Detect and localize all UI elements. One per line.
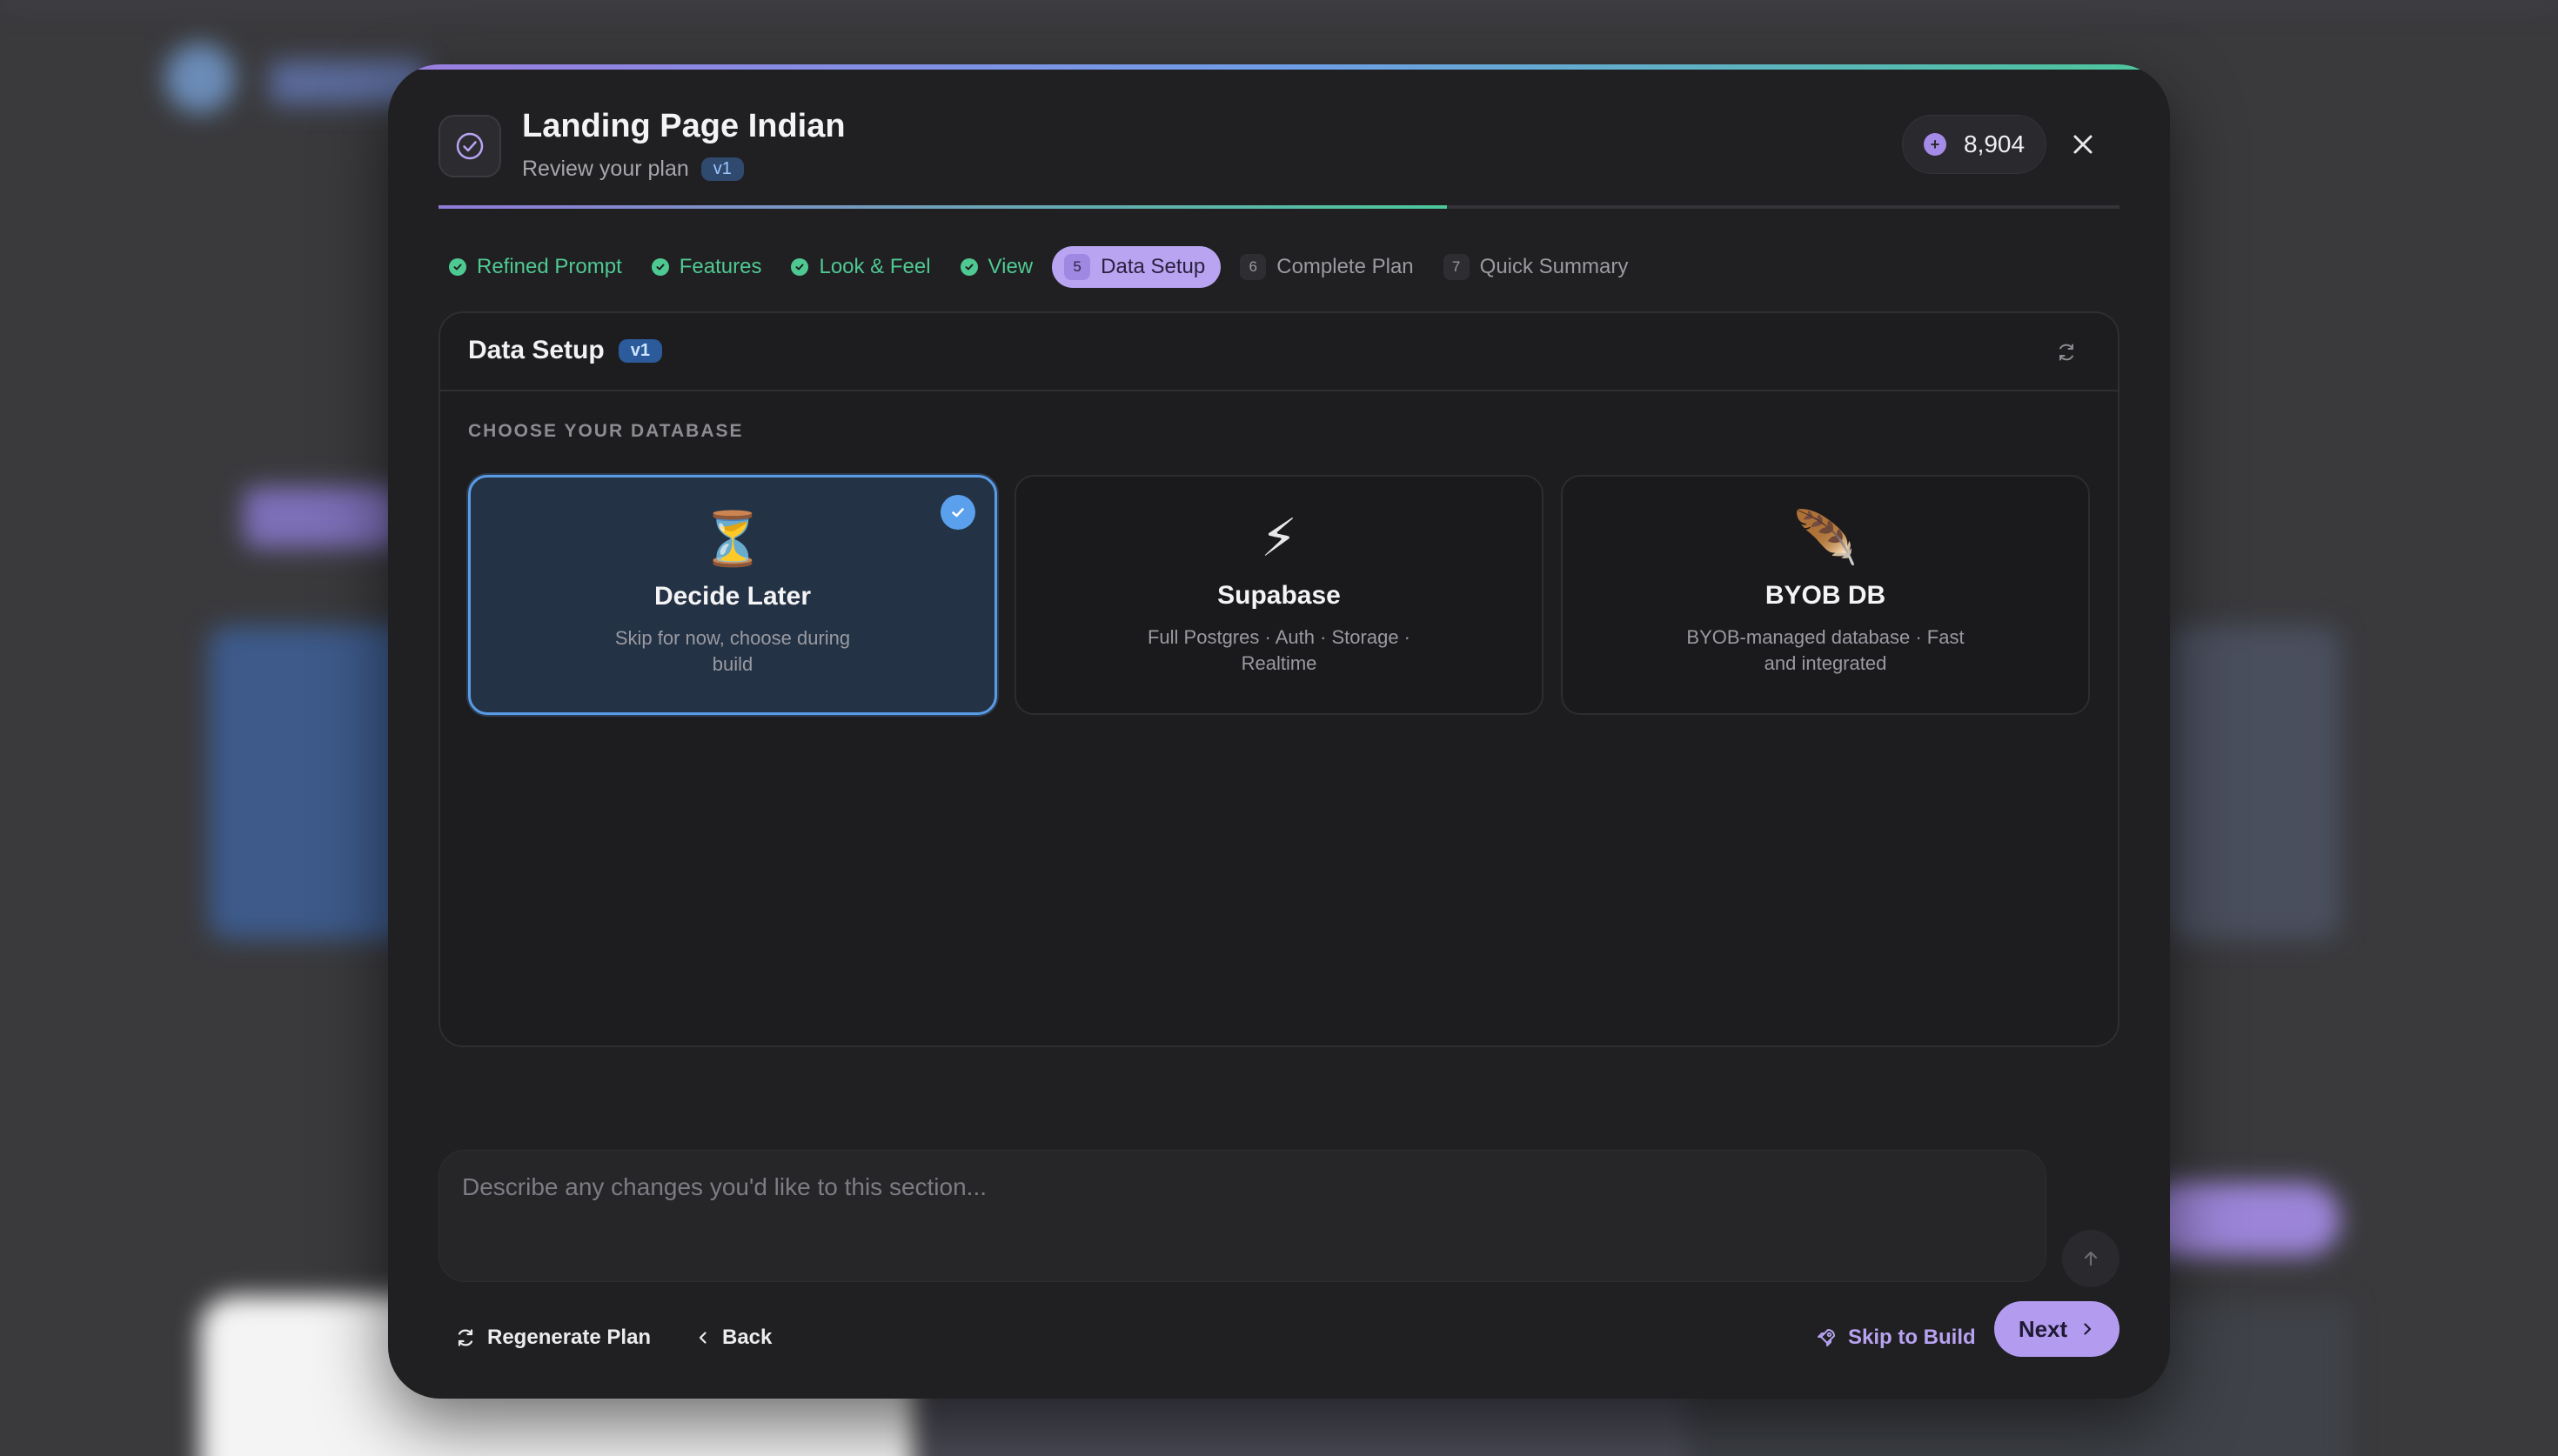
refresh-icon: [458, 1329, 473, 1346]
back-button[interactable]: Back: [694, 1312, 772, 1364]
skip-label: Skip to Build: [1848, 1326, 1976, 1349]
step-number: 5: [1064, 254, 1091, 280]
db-option-byob-db[interactable]: 🪶 BYOB DB BYOB-managed database · Fast a…: [1561, 475, 2090, 715]
credits-icon: +: [1924, 133, 1946, 156]
panel-header: Data Setup v1: [440, 313, 2118, 391]
lightning-icon: ⚡: [1260, 509, 1298, 567]
modal-subtitle: Review your plan v1: [522, 157, 744, 182]
bg-logo: [165, 43, 235, 113]
send-button[interactable]: [2062, 1230, 2119, 1287]
arrow-up-icon: [2084, 1251, 2098, 1266]
panel-version-badge: v1: [618, 338, 662, 363]
hourglass-icon: ⏳: [700, 510, 766, 568]
bg-button-right: [2140, 1183, 2340, 1256]
tab-refined-prompt[interactable]: Refined Prompt: [439, 246, 633, 288]
feather-icon: 🪶: [1792, 509, 1858, 567]
plan-review-modal: Landing Page Indian Review your plan v1 …: [388, 64, 2170, 1399]
bg-top-bar: [0, 0, 2558, 5]
regenerate-plan-button[interactable]: Regenerate Plan: [454, 1312, 651, 1364]
regenerate-label: Regenerate Plan: [487, 1326, 652, 1349]
check-circle-icon: [449, 258, 466, 276]
skip-to-build-button[interactable]: Skip to Build: [1815, 1312, 1976, 1364]
step-number: 6: [1240, 254, 1267, 280]
next-label: Next: [2018, 1315, 2068, 1342]
rocket-icon: [1818, 1329, 1835, 1346]
tab-complete-plan[interactable]: 6 Complete Plan: [1229, 246, 1423, 288]
check-circle-icon: [791, 258, 809, 276]
db-option-supabase[interactable]: ⚡ Supabase Full Postgres · Auth · Storag…: [1014, 475, 1544, 715]
tab-data-setup[interactable]: 5 Data Setup: [1052, 246, 1222, 288]
tab-quick-summary[interactable]: 7 Quick Summary: [1433, 246, 1639, 288]
check-circle-icon: [960, 258, 978, 276]
panel-title: Data Setup v1: [468, 336, 662, 365]
tab-label: Complete Plan: [1276, 255, 1414, 278]
back-label: Back: [722, 1326, 773, 1349]
bg-card-right: [2166, 626, 2340, 939]
progress-fill: [439, 205, 1448, 209]
close-icon: [2073, 135, 2093, 154]
bg-button: [244, 487, 400, 548]
db-option-decide-later[interactable]: ⏳ Decide Later Skip for now, choose duri…: [468, 475, 997, 715]
progress-bar: [439, 205, 2119, 209]
chevron-left-icon: [699, 1332, 706, 1344]
credits-value: 8,904: [1964, 130, 2026, 157]
data-setup-panel: Data Setup v1 CHOOSE YOUR DATABASE ⏳ Dec…: [439, 311, 2119, 1047]
selected-check-icon: [941, 495, 975, 530]
db-option-name: Supabase: [1217, 581, 1341, 610]
tab-label: View: [988, 255, 1034, 278]
next-button[interactable]: Next: [1994, 1301, 2119, 1357]
version-badge: v1: [700, 157, 744, 181]
db-option-description: BYOB-managed database · Fast and integra…: [1686, 626, 1965, 674]
refresh-icon: [2059, 344, 2073, 361]
db-option-name: BYOB DB: [1764, 581, 1886, 610]
tab-label: Look & Feel: [819, 255, 931, 278]
tab-label: Data Setup: [1101, 255, 1206, 278]
panel-title-text: Data Setup: [468, 336, 605, 364]
modal-title: Landing Page Indian: [522, 108, 846, 144]
subtitle-text: Review your plan: [522, 157, 689, 181]
changes-composer: [439, 1150, 2046, 1282]
step-tabs: Refined Prompt Features Look & Feel View…: [439, 245, 1638, 289]
chevron-right-icon: [2084, 1323, 2092, 1335]
tab-label: Quick Summary: [1479, 255, 1629, 278]
db-option-description: Skip for now, choose during build: [614, 627, 851, 675]
tab-label: Features: [679, 255, 762, 278]
changes-input[interactable]: [439, 1151, 2046, 1281]
step-number: 7: [1443, 254, 1470, 280]
refresh-section-button[interactable]: [2052, 337, 2081, 367]
credits-pill[interactable]: + 8,904: [1902, 115, 2047, 174]
tab-features[interactable]: Features: [641, 246, 773, 288]
check-circle-icon: [651, 258, 669, 276]
db-option-description: Full Postgres · Auth · Storage · Realtim…: [1147, 626, 1411, 674]
tab-view[interactable]: View: [950, 246, 1044, 288]
tab-label: Refined Prompt: [477, 255, 622, 278]
tab-look-and-feel[interactable]: Look & Feel: [780, 246, 941, 288]
modal-accent-line: [388, 64, 2170, 70]
section-label: CHOOSE YOUR DATABASE: [468, 421, 744, 441]
plan-check-icon: [439, 115, 501, 177]
close-button[interactable]: [2064, 125, 2102, 164]
db-option-name: Decide Later: [653, 582, 812, 611]
